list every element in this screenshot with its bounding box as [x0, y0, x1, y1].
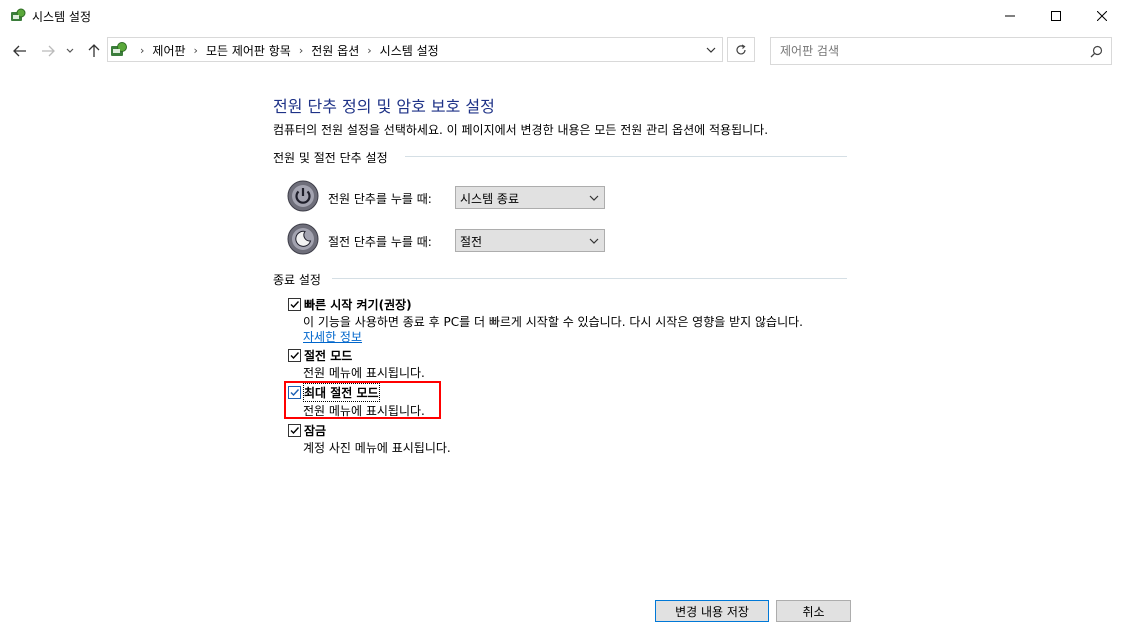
chevron-down-icon [589, 195, 599, 201]
search-box[interactable] [770, 37, 1112, 65]
close-button[interactable] [1079, 0, 1125, 32]
chevron-right-icon[interactable]: › [299, 44, 303, 57]
chevron-right-icon: › [140, 44, 145, 57]
minimize-button[interactable] [987, 0, 1033, 32]
control-panel-icon [111, 42, 127, 56]
fast-startup-label[interactable]: 빠른 시작 켜기(권장) [304, 296, 412, 313]
checkmark-icon [290, 352, 300, 360]
breadcrumb-item[interactable]: 시스템 설정 [380, 42, 439, 59]
page-description: 컴퓨터의 전원 설정을 선택하세요. 이 페이지에서 변경한 내용은 모든 전원… [273, 123, 769, 137]
maximize-icon [1051, 11, 1061, 21]
back-arrow-icon [13, 45, 26, 57]
sleep-button-action-select[interactable]: 절전 [455, 229, 605, 252]
lock-checkbox[interactable] [288, 424, 301, 437]
search-icon[interactable] [1090, 45, 1103, 58]
power-button-action-value: 시스템 종료 [460, 192, 520, 206]
sleep-mode-label[interactable]: 절전 모드 [304, 347, 352, 364]
lock-description: 계정 사진 메뉴에 표시됩니다. [303, 441, 451, 455]
breadcrumb-item[interactable]: 모든 제어판 항목 [206, 42, 291, 59]
up-arrow-icon [88, 44, 100, 57]
power-button-label: 전원 단추를 누를 때: [328, 192, 432, 206]
sleep-button-label: 절전 단추를 누를 때: [328, 235, 432, 249]
address-bar[interactable]: › 제어판 › 모든 제어판 항목 › 전원 옵션 › 시스템 설정 [107, 37, 723, 62]
chevron-right-icon[interactable]: › [194, 44, 198, 57]
checkmark-icon [290, 301, 300, 309]
cancel-button[interactable]: 취소 [776, 600, 851, 622]
up-button[interactable] [86, 43, 102, 59]
checkmark-icon [290, 427, 300, 435]
chevron-down-icon [589, 238, 599, 244]
title-bar: 시스템 설정 [0, 0, 1125, 32]
section-title-power: 전원 및 절전 단추 설정 [273, 151, 388, 165]
sleep-button-icon [287, 223, 319, 255]
maximize-button[interactable] [1033, 0, 1079, 32]
refresh-button[interactable] [727, 37, 755, 62]
chevron-right-icon[interactable]: › [367, 44, 371, 57]
breadcrumb-item[interactable]: 제어판 [152, 42, 185, 59]
section-title-shutdown: 종료 설정 [273, 273, 321, 287]
sleep-mode-description: 전원 메뉴에 표시됩니다. [303, 366, 425, 380]
fast-startup-description: 이 기능을 사용하면 종료 후 PC를 더 빠르게 시작할 수 있습니다. 다시… [303, 315, 803, 329]
minimize-icon [1005, 15, 1015, 17]
forward-button[interactable] [40, 43, 56, 59]
back-button[interactable] [12, 43, 28, 59]
close-icon [1097, 11, 1107, 21]
forward-arrow-icon [42, 45, 55, 57]
search-input[interactable] [780, 44, 1070, 58]
breadcrumb: › 제어판 › 모든 제어판 항목 › 전원 옵션 › 시스템 설정 [132, 42, 439, 59]
chevron-down-icon [66, 48, 74, 53]
refresh-icon [736, 43, 746, 54]
power-button-icon [287, 180, 319, 212]
breadcrumb-item[interactable]: 전원 옵션 [311, 42, 359, 59]
fast-startup-checkbox[interactable] [288, 298, 301, 311]
sleep-button-action-value: 절전 [460, 235, 483, 249]
more-info-link[interactable]: 자세한 정보 [303, 328, 362, 345]
section-divider [405, 156, 847, 157]
save-changes-button[interactable]: 변경 내용 저장 [655, 600, 769, 622]
highlight-box [284, 381, 441, 419]
sleep-mode-checkbox[interactable] [288, 349, 301, 362]
chevron-down-icon[interactable] [706, 45, 716, 55]
section-divider [332, 278, 847, 279]
power-button-action-select[interactable]: 시스템 종료 [455, 186, 605, 209]
page-title: 전원 단추 정의 및 암호 보호 설정 [273, 97, 495, 116]
recent-locations-button[interactable] [65, 43, 75, 59]
lock-label[interactable]: 잠금 [304, 422, 326, 439]
control-panel-icon [11, 8, 26, 21]
window-title: 시스템 설정 [32, 10, 92, 24]
